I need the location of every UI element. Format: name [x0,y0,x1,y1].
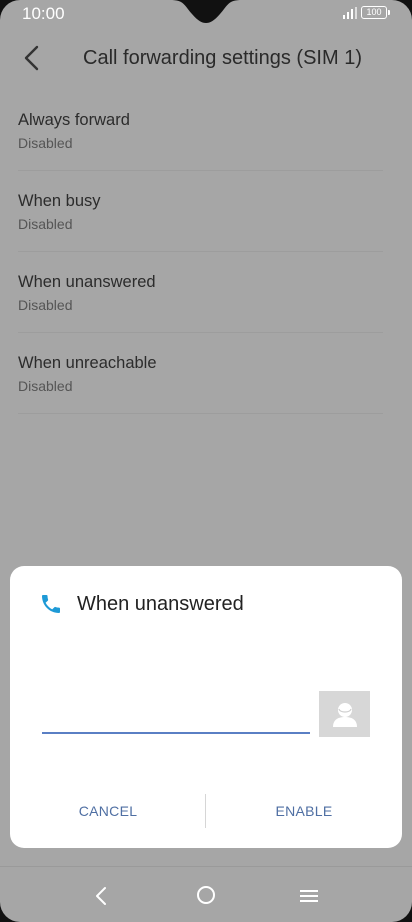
battery-icon: 100 [361,6,390,19]
back-arrow-icon [24,45,39,71]
item-title: When unreachable [18,354,157,372]
phone-icon [42,595,60,613]
back-button[interactable] [18,44,46,72]
contact-picker-button[interactable] [319,691,370,737]
navigation-bar [0,866,412,922]
call-forwarding-list: Always forward Disabled When busy Disabl… [18,90,383,414]
page-title: Call forwarding settings (SIM 1) [83,47,362,69]
signal-icon [343,7,357,19]
item-status: Disabled [18,378,73,394]
list-item-when-unanswered[interactable]: When unanswered Disabled [18,252,383,333]
status-bar: 10:00 100 [0,0,412,28]
contact-icon [332,703,357,727]
item-status: Disabled [18,216,73,232]
menu-icon[interactable] [298,886,320,906]
list-item-when-unreachable[interactable]: When unreachable Disabled [18,333,383,414]
list-item-when-busy[interactable]: When busy Disabled [18,171,383,252]
item-title: Always forward [18,111,130,129]
item-title: When unanswered [18,273,156,291]
forward-number-input[interactable] [42,706,310,734]
item-status: Disabled [18,297,73,313]
screen: 10:00 100 Call forwarding settings (SIM … [0,0,412,922]
home-icon[interactable] [196,885,216,905]
cancel-button[interactable]: CANCEL [10,794,206,828]
item-title: When busy [18,192,101,210]
battery-level: 100 [366,7,382,17]
back-icon[interactable] [91,885,113,907]
dialog-title: When unanswered [77,593,244,615]
forwarding-dialog: When unanswered CANCEL ENABLE [10,566,402,848]
enable-button[interactable]: ENABLE [206,794,402,828]
list-item-always-forward[interactable]: Always forward Disabled [18,90,383,171]
item-status: Disabled [18,135,73,151]
